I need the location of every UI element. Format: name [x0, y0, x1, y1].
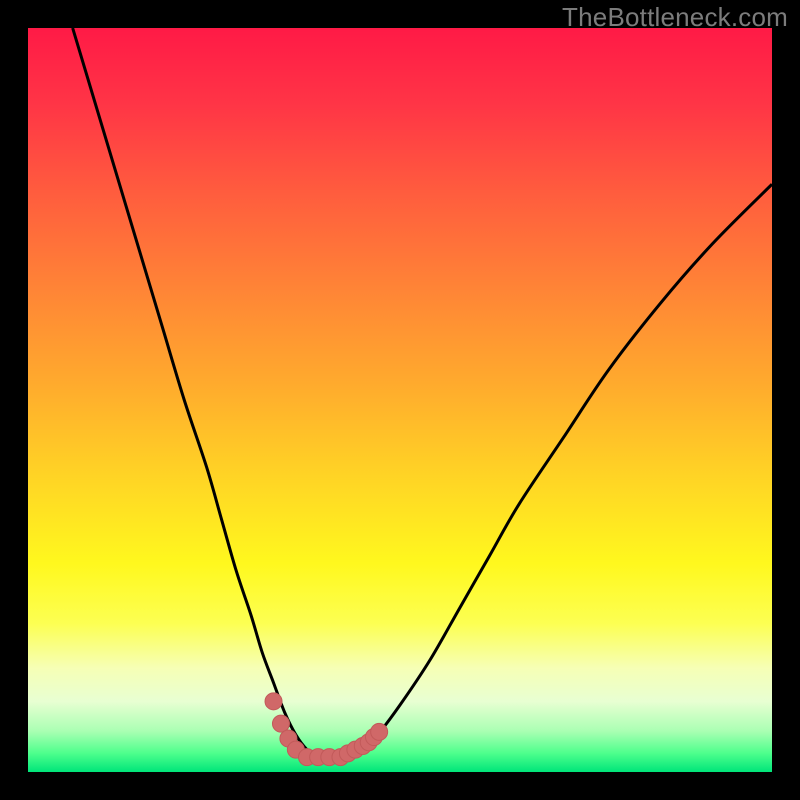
- marker-point: [265, 693, 282, 710]
- bottleneck-chart: [28, 28, 772, 772]
- marker-point: [371, 723, 388, 740]
- gradient-background: [28, 28, 772, 772]
- marker-point: [272, 715, 289, 732]
- plot-area: [28, 28, 772, 772]
- chart-frame: TheBottleneck.com: [0, 0, 800, 800]
